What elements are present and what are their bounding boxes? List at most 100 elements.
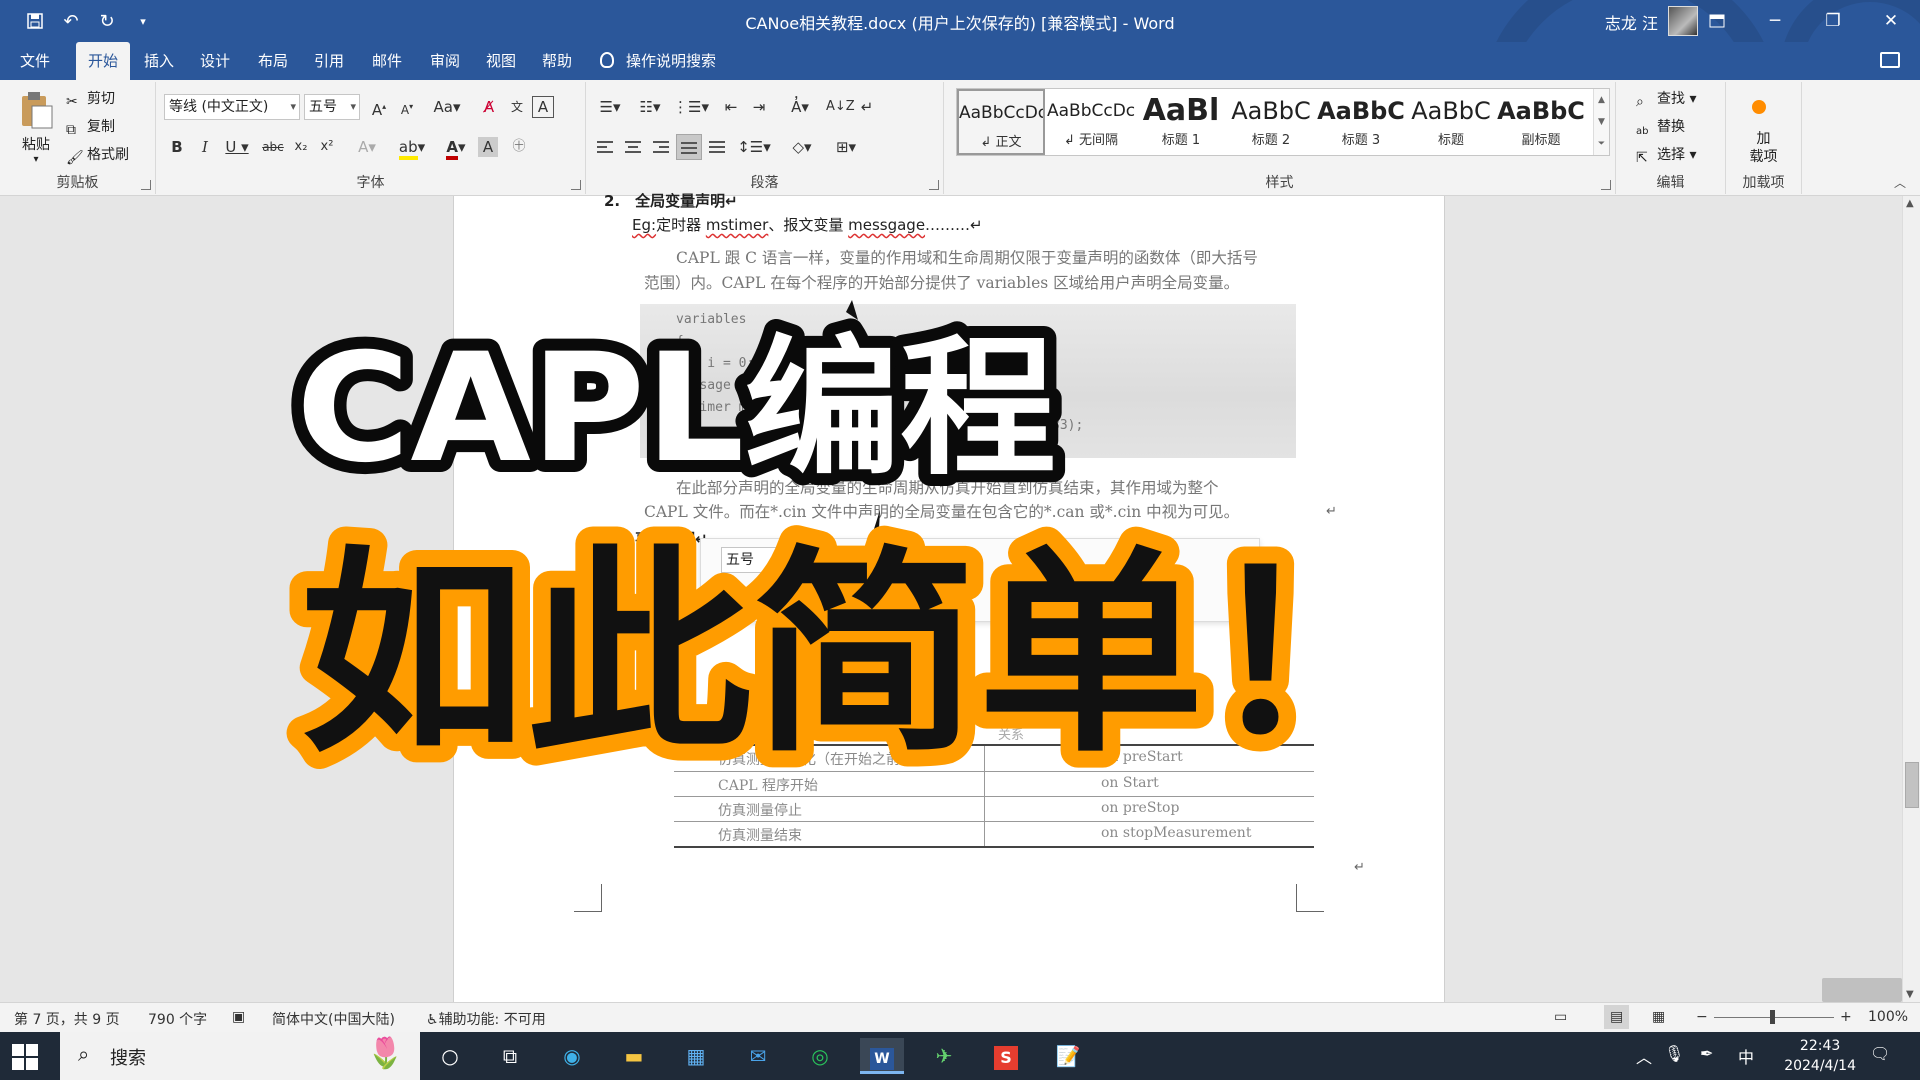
zoom-in-icon[interactable]: + <box>1840 1009 1852 1025</box>
floating-widget[interactable] <box>1822 978 1902 1002</box>
tell-me-search[interactable]: 操作说明搜索 <box>600 42 716 80</box>
notepad-icon[interactable]: 📝 <box>1046 1038 1090 1074</box>
vertical-scrollbar[interactable]: ▲ ▼ <box>1902 196 1920 1002</box>
restore-icon[interactable]: ❐ <box>1804 0 1862 42</box>
change-case-icon[interactable]: Aa▾ <box>430 94 464 120</box>
styles-gallery-scroll[interactable]: ▲ ▼ ⏷ <box>1593 89 1609 155</box>
line-spacing-icon[interactable]: ↕☰▾ <box>736 134 772 160</box>
scroll-thumb[interactable] <box>1905 762 1919 808</box>
decrease-indent-icon[interactable]: ⇤ <box>718 94 744 120</box>
addin-icon[interactable] <box>1752 100 1766 114</box>
mini-italic-icon[interactable]: I <box>825 547 851 573</box>
multilevel-list-icon[interactable]: ⋮☰▾ <box>672 94 710 120</box>
style-heading1[interactable]: AaBl 标题 1 <box>1137 89 1225 155</box>
enclose-characters-icon[interactable]: ㊉ <box>506 134 532 160</box>
microphone-icon[interactable]: 🎙 <box>1664 1044 1684 1063</box>
zoom-slider-thumb[interactable] <box>1770 1010 1775 1024</box>
grow-font-icon[interactable]: A▴ <box>366 94 392 120</box>
minimize-icon[interactable]: ─ <box>1746 0 1804 42</box>
style-heading2[interactable]: AaBbC 标题 2 <box>1227 89 1315 155</box>
font-color-icon[interactable]: A▾ <box>438 134 474 160</box>
paste-button[interactable]: 粘贴 ▾ <box>14 90 58 168</box>
tab-mailings[interactable]: 邮件 <box>360 42 414 80</box>
shrink-font-icon[interactable]: A▾ <box>394 94 420 120</box>
tab-view[interactable]: 视图 <box>474 42 528 80</box>
mail-icon[interactable]: ✉ <box>736 1038 780 1074</box>
bold-icon[interactable]: B <box>164 134 190 160</box>
superscript-icon[interactable]: x² <box>314 134 340 160</box>
read-mode-icon[interactable]: ▭ <box>1554 1009 1567 1025</box>
cortana-icon[interactable]: ○ <box>428 1038 472 1074</box>
style-no-spacing[interactable]: AaBbCcDc ↲ 无间隔 <box>1047 89 1135 155</box>
find-button[interactable]: ⌕ 查找 ▾ <box>1636 88 1696 110</box>
tab-design[interactable]: 设计 <box>188 42 242 80</box>
styles-launcher-icon[interactable] <box>1601 180 1611 190</box>
strikethrough-icon[interactable]: abc <box>260 134 286 160</box>
clock[interactable]: 22:43 2024/4/14 <box>1784 1036 1856 1076</box>
scroll-down-icon[interactable]: ▼ <box>1906 989 1914 1000</box>
bullets-icon[interactable]: ☰▾ <box>592 94 628 120</box>
ribbon-display-options-icon[interactable] <box>1688 0 1746 42</box>
mini-toolbar[interactable]: 五号 B I ☰ <box>700 538 1260 622</box>
web-layout-icon[interactable]: ▦ <box>1652 1009 1665 1025</box>
mini-bold-icon[interactable]: B <box>797 547 823 573</box>
clipboard-launcher-icon[interactable] <box>141 180 151 190</box>
task-view-icon[interactable]: ⧉ <box>488 1038 532 1074</box>
style-subtitle[interactable]: AaBbC 副标题 <box>1497 89 1585 155</box>
tab-insert[interactable]: 插入 <box>132 42 186 80</box>
tab-help[interactable]: 帮助 <box>530 42 584 80</box>
taskbar-search[interactable]: ⌕ 搜索 🌷 <box>60 1032 420 1080</box>
sort-icon[interactable]: A↓Z <box>826 94 855 120</box>
edge-icon[interactable]: ◉ <box>550 1038 594 1074</box>
notifications-icon[interactable]: 🗨 <box>1870 1044 1890 1063</box>
cut-button[interactable]: ✂ 剪切 <box>66 88 115 110</box>
replace-button[interactable]: ab 替换 <box>1636 116 1685 142</box>
underline-icon[interactable]: U ▾ <box>220 134 254 160</box>
close-icon[interactable]: ✕ <box>1862 0 1920 42</box>
character-shading-icon[interactable]: A <box>478 137 498 157</box>
tab-review[interactable]: 审阅 <box>418 42 472 80</box>
align-left-icon[interactable] <box>592 134 618 160</box>
tab-references[interactable]: 引用 <box>302 42 356 80</box>
shading-icon[interactable]: ◇▾ <box>784 134 820 160</box>
windows-start-icon[interactable] <box>12 1044 38 1070</box>
text-effects-icon[interactable]: A▾ <box>350 134 384 160</box>
style-normal[interactable]: AaBbCcDc ↲ 正文 <box>957 89 1045 155</box>
page-count[interactable]: 第 7 页，共 9 页 <box>14 1009 120 1029</box>
wps-icon[interactable]: S <box>984 1038 1028 1074</box>
print-layout-icon[interactable]: ▤ <box>1604 1005 1630 1029</box>
accessibility-status[interactable]: ♿辅助功能: 不可用 <box>426 1009 546 1029</box>
user-name[interactable]: 志龙 汪 <box>1605 10 1658 34</box>
word-count[interactable]: 790 个字 <box>148 1009 207 1029</box>
style-title[interactable]: AaBbC 标题 <box>1407 89 1495 155</box>
align-center-icon[interactable] <box>620 134 646 160</box>
addins-button-label[interactable]: 加 载项 <box>1726 130 1801 166</box>
font-size-dropdown[interactable]: 五号 <box>304 94 360 120</box>
wechat-icon[interactable]: ◎ <box>798 1038 842 1074</box>
subscript-icon[interactable]: x₂ <box>288 134 314 160</box>
proofing-icon[interactable]: ▣ <box>232 1009 245 1025</box>
phonetic-guide-icon[interactable]: 文 <box>504 94 530 120</box>
show-hidden-icons[interactable]: ︿ <box>1636 1044 1652 1068</box>
borders-icon[interactable]: ⊞▾ <box>828 134 864 160</box>
mini-list-icon[interactable]: ☰ <box>1121 547 1147 573</box>
mini-font-size[interactable]: 五号 <box>721 547 791 573</box>
align-right-icon[interactable] <box>648 134 674 160</box>
copy-button[interactable]: ⧉ 复制 <box>66 116 115 138</box>
pen-icon[interactable]: ✒ <box>1700 1044 1713 1063</box>
zoom-level[interactable]: 100% <box>1868 1009 1908 1025</box>
scroll-up-icon[interactable]: ▲ <box>1906 198 1914 209</box>
numbering-icon[interactable]: ☷▾ <box>632 94 668 120</box>
chinese-layout-icon[interactable]: A̓▾ <box>782 94 818 120</box>
tab-home[interactable]: 开始 <box>76 42 131 80</box>
font-name-dropdown[interactable]: 等线 (中文正文) <box>164 94 300 120</box>
ime-indicator[interactable]: 中 <box>1738 1044 1754 1068</box>
tab-layout[interactable]: 布局 <box>246 42 300 80</box>
font-launcher-icon[interactable] <box>571 180 581 190</box>
distributed-icon[interactable] <box>704 134 730 160</box>
style-heading3[interactable]: AaBbC 标题 3 <box>1317 89 1405 155</box>
character-border-icon[interactable]: A <box>532 96 554 118</box>
paragraph-launcher-icon[interactable] <box>929 180 939 190</box>
store-icon[interactable]: ▦ <box>674 1038 718 1074</box>
italic-icon[interactable]: I <box>192 134 218 160</box>
